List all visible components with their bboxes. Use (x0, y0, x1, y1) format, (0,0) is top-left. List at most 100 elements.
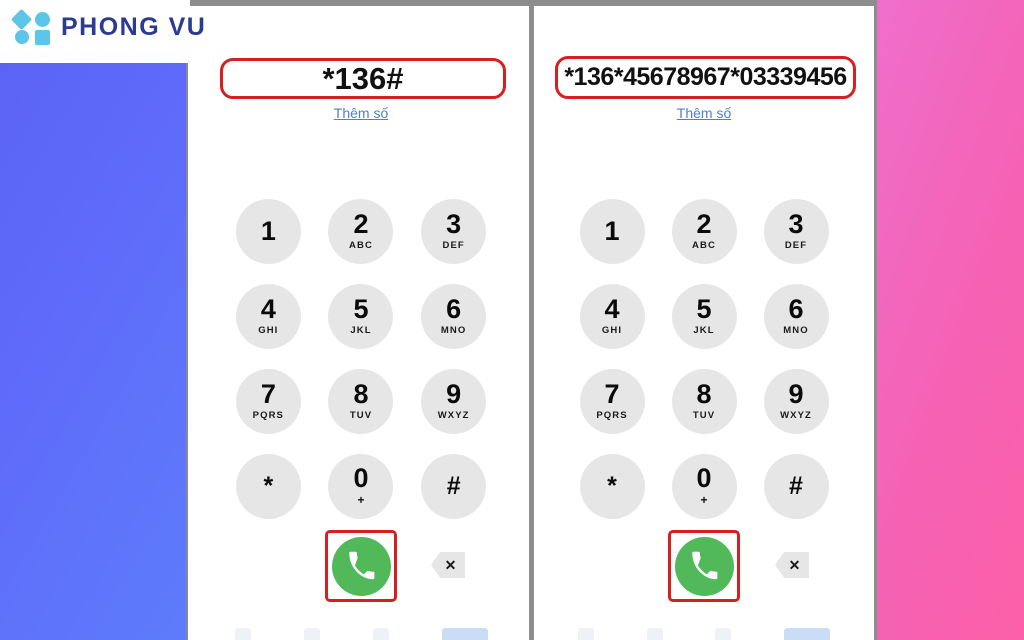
nav-item[interactable] (646, 628, 663, 640)
key-hash[interactable]: # (421, 454, 487, 519)
call-button-annotation-right (668, 530, 740, 602)
key-letters: JKL (693, 324, 715, 336)
key-6[interactable]: 6 MNO (763, 284, 829, 349)
key-digit: 4 (260, 293, 276, 324)
nav-item[interactable] (234, 628, 251, 640)
phone-screenshot-right: *136*45678967*03339456 Thêm số 1 2 ABC 3… (534, 0, 874, 640)
phone-screenshot-left: *136# Thêm số 1 2 ABC 3 DEF 4 GHI 5 JKL (190, 0, 532, 640)
left-decorative-panel (0, 63, 188, 640)
key-1[interactable]: 1 (235, 199, 301, 264)
key-letters: GHI (601, 324, 623, 336)
key-digit: 8 (353, 378, 369, 409)
key-letters: PQRS (596, 409, 628, 421)
key-letters: TUV (692, 409, 716, 421)
key-9[interactable]: 9 WXYZ (763, 369, 829, 434)
dialed-number-text: *136# (322, 60, 404, 96)
key-letters: WXYZ (437, 409, 470, 421)
key-letters: GHI (258, 324, 279, 336)
diamond-icon (10, 8, 33, 31)
square-icon (35, 30, 50, 45)
key-2[interactable]: 2 ABC (671, 199, 737, 264)
nav-item[interactable] (303, 628, 320, 640)
key-digit: * (607, 472, 617, 500)
key-letters: MNO (440, 324, 467, 336)
key-5[interactable]: 5 JKL (328, 284, 394, 349)
screenshot-stage: PHONG VU *136# Thêm số 1 2 ABC 3 DEF 4 G… (0, 0, 1024, 640)
add-number-link-left[interactable]: Thêm số (190, 105, 532, 121)
key-2[interactable]: 2 ABC (328, 199, 394, 264)
bottom-nav-right (534, 624, 874, 640)
key-letters: PQRS (252, 409, 284, 421)
key-4[interactable]: 4 GHI (235, 284, 301, 349)
key-letters: JKL (350, 324, 372, 336)
key-plus: + (700, 493, 708, 507)
key-7[interactable]: 7 PQRS (579, 369, 645, 434)
key-letters: ABC (692, 239, 716, 251)
key-digit: 2 (353, 208, 369, 239)
key-digit: 2 (696, 208, 712, 239)
key-digit: 6 (788, 293, 804, 324)
key-digit: 9 (446, 378, 462, 409)
key-8[interactable]: 8 TUV (328, 369, 394, 434)
nav-item[interactable] (578, 628, 595, 640)
circle-icon (35, 12, 50, 27)
key-digit: 3 (788, 208, 804, 239)
key-letters: MNO (783, 324, 809, 336)
right-decorative-panel (877, 0, 1024, 640)
backspace-button-right[interactable]: ✕ (775, 552, 809, 578)
key-digit: 7 (604, 378, 620, 409)
brand-mark (10, 8, 52, 45)
key-5[interactable]: 5 JKL (671, 284, 737, 349)
dialer-display-left[interactable]: *136# (220, 58, 506, 99)
key-0[interactable]: 0 + (671, 454, 737, 519)
backspace-x-glyph: ✕ (444, 557, 457, 573)
call-button-left[interactable] (331, 536, 391, 596)
nav-item-active[interactable] (783, 628, 830, 640)
key-asterisk[interactable]: * (579, 454, 645, 519)
key-letters: DEF (784, 239, 808, 251)
add-number-link-right[interactable]: Thêm số (534, 105, 874, 121)
key-letters: DEF (442, 239, 465, 251)
key-digit: # (446, 472, 461, 500)
key-4[interactable]: 4 GHI (579, 284, 645, 349)
key-digit: 1 (604, 216, 620, 246)
backspace-button-left[interactable]: ✕ (431, 552, 465, 578)
dialpad-right: 1 2 ABC 3 DEF 4 GHI 5 JKL 6 MNO 7 PQRS 8… (534, 199, 874, 519)
call-button-right[interactable] (674, 536, 734, 596)
key-digit: 1 (260, 216, 276, 246)
backspace-x-glyph: ✕ (788, 557, 801, 573)
key-letters: WXYZ (780, 409, 812, 421)
call-button-annotation-left (325, 530, 397, 602)
key-8[interactable]: 8 TUV (671, 369, 737, 434)
phone-handset-icon (692, 551, 718, 580)
nav-item[interactable] (715, 628, 732, 640)
dialpad-left: 1 2 ABC 3 DEF 4 GHI 5 JKL 6 MNO 7 PQRS 8… (190, 199, 532, 519)
key-digit: 5 (696, 293, 712, 324)
brand-name: PHONG VU (61, 12, 207, 41)
brand-logo: PHONG VU (10, 8, 207, 45)
key-1[interactable]: 1 (579, 199, 645, 264)
dialer-display-right[interactable]: *136*45678967*03339456 (555, 56, 856, 99)
key-0[interactable]: 0 + (328, 454, 394, 519)
key-hash[interactable]: # (763, 454, 829, 519)
key-digit: 0 (353, 463, 369, 493)
key-7[interactable]: 7 PQRS (235, 369, 301, 434)
backspace-icon: ✕ (775, 552, 809, 578)
circle-icon (15, 30, 29, 44)
key-digit: # (789, 472, 803, 500)
key-9[interactable]: 9 WXYZ (421, 369, 487, 434)
key-asterisk[interactable]: * (235, 454, 301, 519)
key-digit: 6 (446, 293, 462, 324)
key-3[interactable]: 3 DEF (421, 199, 487, 264)
key-digit: 8 (696, 378, 712, 409)
nav-item[interactable] (372, 628, 389, 640)
bottom-nav-left (190, 624, 532, 640)
key-plus: + (357, 493, 365, 507)
key-digit: 0 (696, 463, 712, 493)
key-3[interactable]: 3 DEF (763, 199, 829, 264)
key-digit: * (263, 472, 274, 500)
key-6[interactable]: 6 MNO (421, 284, 487, 349)
nav-item-active[interactable] (441, 628, 488, 640)
key-digit: 9 (788, 378, 804, 409)
backspace-icon: ✕ (431, 552, 465, 578)
